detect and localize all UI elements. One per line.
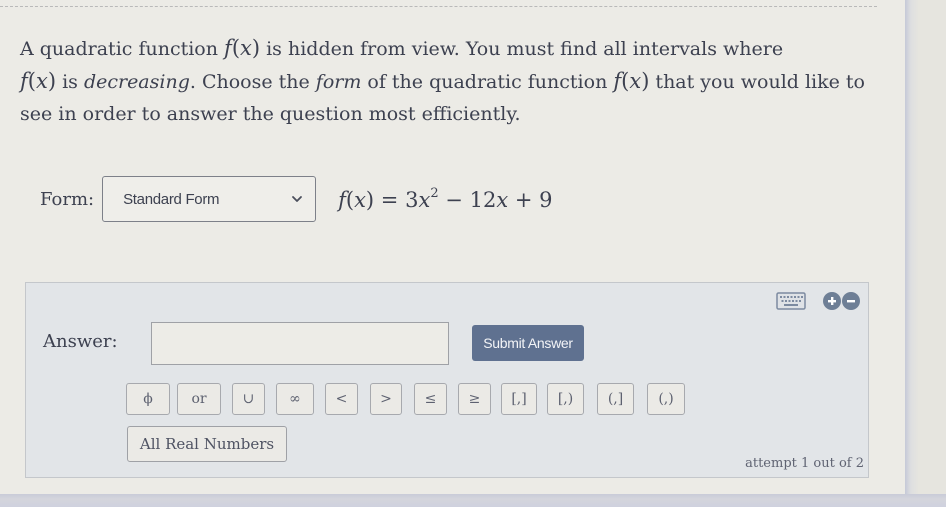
zoom-in-button[interactable] [823,292,841,310]
question-text: A quadratic function f(x) is hidden from… [20,32,870,130]
chevron-down-icon [292,196,302,202]
form-label: Form: [40,188,95,210]
symbol-button-greater-than[interactable]: > [370,383,402,415]
question-page: A quadratic function f(x) is hidden from… [0,0,905,497]
symbol-button-open-interval[interactable]: (,) [647,383,685,415]
symbol-button-empty-set[interactable]: ϕ [126,383,170,415]
zoom-out-button[interactable] [842,292,860,310]
keyboard-icon[interactable] [776,291,806,311]
submit-answer-button[interactable]: Submit Answer [472,325,584,361]
function-equation: f(x) = 3x2 − 12x + 9 [338,186,553,212]
symbol-button-less-than[interactable]: < [325,383,358,415]
math-fx: f(x) [224,36,261,60]
answer-input[interactable] [151,322,449,365]
divider [0,6,877,7]
form-row: Form: Standard Form f(x) = 3x2 − 12x + 9 [40,174,553,224]
symbol-button-greater-or-equal[interactable]: ≥ [458,383,491,415]
question-segment: . Choose the [189,71,316,93]
question-segment: is [56,71,84,93]
form-select-value: Standard Form [123,190,220,208]
symbol-button-union[interactable]: ∪ [232,383,265,415]
attempt-counter: attempt 1 out of 2 [745,456,864,471]
answer-panel: Answer: Submit Answer ϕ or ∪ ∞ < > ≤ ≥ [… [25,282,869,478]
plus-icon [828,297,836,305]
symbol-button-less-or-equal[interactable]: ≤ [414,383,447,415]
math-fx: f(x) [20,69,57,93]
panel-tools [776,291,860,311]
symbol-button-or[interactable]: or [177,383,221,415]
all-real-numbers-button[interactable]: All Real Numbers [127,426,287,462]
question-segment: of the quadratic function [361,71,614,93]
minus-icon [847,300,855,303]
symbol-button-closed-interval[interactable]: [,] [501,383,537,415]
background-edge [905,0,946,507]
question-segment: is hidden from view. You must find all i… [260,38,784,60]
symbol-button-open-closed-interval[interactable]: (,] [597,383,634,415]
background-edge [0,494,946,507]
answer-label: Answer: [43,331,118,352]
form-select[interactable]: Standard Form [102,176,317,222]
math-fx: f(x) [613,69,650,93]
symbol-button-infinity[interactable]: ∞ [276,383,314,415]
symbol-button-closed-open-interval[interactable]: [,) [547,383,584,415]
question-segment: A quadratic function [20,38,225,60]
emphasis-form: form [315,71,362,93]
emphasis-decreasing: decreasing [83,71,190,93]
